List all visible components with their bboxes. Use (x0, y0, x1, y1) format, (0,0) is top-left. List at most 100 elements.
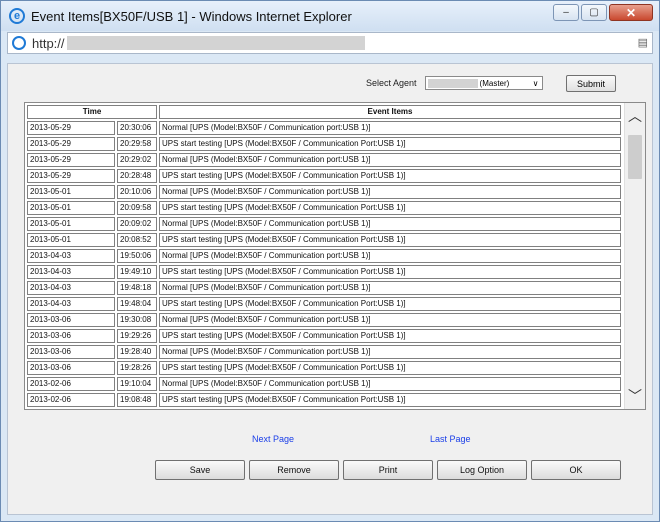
time-cell: 19:48:18 (117, 281, 157, 295)
table-row: 2013-04-03 19:48:04 UPS start testing [UPS… (26, 296, 622, 312)
page-status-icon: ▤ (637, 37, 648, 49)
date-cell: 2013-05-29 (27, 121, 115, 135)
event-table: Time Event Items 2013-05-29 20:30:06 Norma… (24, 102, 646, 410)
chevron-down-icon: ∨ (532, 78, 539, 88)
last-page-link[interactable]: Last Page (430, 434, 471, 444)
date-cell: 2013-04-03 (27, 265, 115, 279)
window-title: Event Items[BX50F/USB 1] - Windows Inter… (31, 8, 352, 24)
event-cell: Normal [UPS (Model:BX50F / Communication… (159, 281, 621, 295)
date-cell: 2013-02-06 (27, 377, 115, 391)
browser-window: e Event Items[BX50F/USB 1] - Windows Int… (0, 0, 660, 522)
event-cell: UPS start testing [UPS (Model:BX50F / Co… (159, 361, 621, 375)
table-row: 2013-05-29 20:30:06 Normal [UPS (Model:BX5… (26, 120, 622, 136)
time-cell: 20:29:58 (117, 137, 157, 151)
maximize-button[interactable]: ▢ (581, 4, 607, 21)
table-row: 2013-05-01 20:09:02 Normal [UPS (Model:BX5… (26, 216, 622, 232)
table-row: 2013-02-06 19:10:04 Normal [UPS (Model:BX5… (26, 376, 622, 392)
table-scrollbar[interactable]: ︿ ﹀ (624, 103, 645, 409)
action-buttons: Save Remove Print Log Option OK (155, 460, 621, 480)
close-button[interactable]: ✕ (609, 4, 653, 21)
submit-button[interactable]: Submit (566, 75, 616, 92)
event-cell: Normal [UPS (Model:BX50F / Communication… (159, 121, 621, 135)
time-cell: 19:08:48 (117, 393, 157, 407)
title-bar: e Event Items[BX50F/USB 1] - Windows Int… (1, 1, 659, 31)
time-cell: 20:09:02 (117, 217, 157, 231)
agent-select[interactable]: (Master) ∨ (424, 76, 543, 90)
event-cell: UPS start testing [UPS (Model:BX50F / Co… (159, 265, 621, 279)
date-cell: 2013-03-06 (27, 313, 115, 327)
time-cell: 19:28:40 (117, 345, 157, 359)
date-cell: 2013-04-03 (27, 249, 115, 263)
scroll-up-icon[interactable]: ︿ (625, 107, 645, 125)
table-header-row: Time Event Items (26, 104, 622, 120)
agent-selected-value: (Master) (479, 78, 510, 88)
event-cell: UPS start testing [UPS (Model:BX50F / Co… (159, 233, 621, 247)
time-cell: 19:28:26 (117, 361, 157, 375)
table-row: 2013-04-03 19:48:18 Normal [UPS (Model:BX5… (26, 280, 622, 296)
date-cell: 2013-05-29 (27, 153, 115, 167)
remove-button[interactable]: Remove (249, 460, 339, 480)
table-row: 2013-05-29 20:29:58 UPS start testing [UPS… (26, 136, 622, 152)
date-cell: 2013-04-03 (27, 281, 115, 295)
event-cell: UPS start testing [UPS (Model:BX50F / Co… (159, 169, 621, 183)
event-cell: Normal [UPS (Model:BX50F / Communication… (159, 249, 621, 263)
time-cell: 19:29:26 (117, 329, 157, 343)
table-row: 2013-05-01 20:08:52 UPS start testing [UPS… (26, 232, 622, 248)
scroll-down-icon[interactable]: ﹀ (625, 387, 645, 405)
date-cell: 2013-05-01 (27, 233, 115, 247)
event-cell: UPS start testing [UPS (Model:BX50F / Co… (159, 297, 621, 311)
print-button[interactable]: Print (343, 460, 433, 480)
date-cell: 2013-05-01 (27, 201, 115, 215)
table-row: 2013-02-06 19:08:48 UPS start testing [UPS… (26, 392, 622, 408)
date-cell: 2013-03-06 (27, 361, 115, 375)
time-cell: 20:08:52 (117, 233, 157, 247)
table-row: 2013-05-29 20:29:02 Normal [UPS (Model:BX5… (26, 152, 622, 168)
table-row: 2013-05-29 20:28:48 UPS start testing [UPS… (26, 168, 622, 184)
time-cell: 20:30:06 (117, 121, 157, 135)
time-cell: 20:09:58 (117, 201, 157, 215)
event-cell: Normal [UPS (Model:BX50F / Communication… (159, 217, 621, 231)
agent-selector-row: Select Agent (Master) ∨ (366, 76, 543, 90)
log-option-button[interactable]: Log Option (437, 460, 527, 480)
date-cell: 2013-05-29 (27, 169, 115, 183)
date-cell: 2013-04-03 (27, 297, 115, 311)
table-row: 2013-04-03 19:50:06 Normal [UPS (Model:BX5… (26, 248, 622, 264)
table-row: 2013-03-06 19:29:26 UPS start testing [UPS… (26, 328, 622, 344)
event-cell: UPS start testing [UPS (Model:BX50F / Co… (159, 329, 621, 343)
date-cell: 2013-03-06 (27, 345, 115, 359)
event-table-rows: Time Event Items 2013-05-29 20:30:06 Norma… (26, 104, 622, 408)
minimize-button[interactable]: ‒ (553, 4, 579, 21)
page-content: Select Agent (Master) ∨ Submit Time Even… (7, 63, 653, 515)
time-cell: 20:28:48 (117, 169, 157, 183)
save-button[interactable]: Save (155, 460, 245, 480)
event-cell: UPS start testing [UPS (Model:BX50F / Co… (159, 393, 621, 407)
event-cell: Normal [UPS (Model:BX50F / Communication… (159, 377, 621, 391)
ok-button[interactable]: OK (531, 460, 621, 480)
redacted-url (66, 36, 365, 50)
address-bar[interactable]: http:// ▤ (7, 32, 653, 54)
time-cell: 19:10:04 (117, 377, 157, 391)
table-row: 2013-04-03 19:49:10 UPS start testing [UPS… (26, 264, 622, 280)
table-row: 2013-03-06 19:28:40 Normal [UPS (Model:BX5… (26, 344, 622, 360)
ie-logo-icon: e (9, 8, 25, 24)
table-row: 2013-05-01 20:09:58 UPS start testing [UPS… (26, 200, 622, 216)
event-cell: Normal [UPS (Model:BX50F / Communication… (159, 185, 621, 199)
table-row: 2013-03-06 19:28:26 UPS start testing [UPS… (26, 360, 622, 376)
table-row: 2013-03-06 19:30:08 Normal [UPS (Model:BX5… (26, 312, 622, 328)
event-cell: UPS start testing [UPS (Model:BX50F / Co… (159, 201, 621, 215)
time-cell: 19:48:04 (117, 297, 157, 311)
time-column-header: Time (27, 105, 157, 119)
window-controls: ‒ ▢ ✕ (553, 4, 653, 21)
time-cell: 20:29:02 (117, 153, 157, 167)
date-cell: 2013-02-06 (27, 393, 115, 407)
event-cell: Normal [UPS (Model:BX50F / Communication… (159, 345, 621, 359)
time-cell: 19:50:06 (117, 249, 157, 263)
scroll-thumb[interactable] (628, 135, 642, 179)
redacted-agent-name (427, 78, 478, 88)
date-cell: 2013-05-01 (27, 217, 115, 231)
time-cell: 19:30:08 (117, 313, 157, 327)
date-cell: 2013-05-01 (27, 185, 115, 199)
ie-page-icon (12, 36, 26, 50)
event-cell: Normal [UPS (Model:BX50F / Communication… (159, 313, 621, 327)
next-page-link[interactable]: Next Page (252, 434, 294, 444)
